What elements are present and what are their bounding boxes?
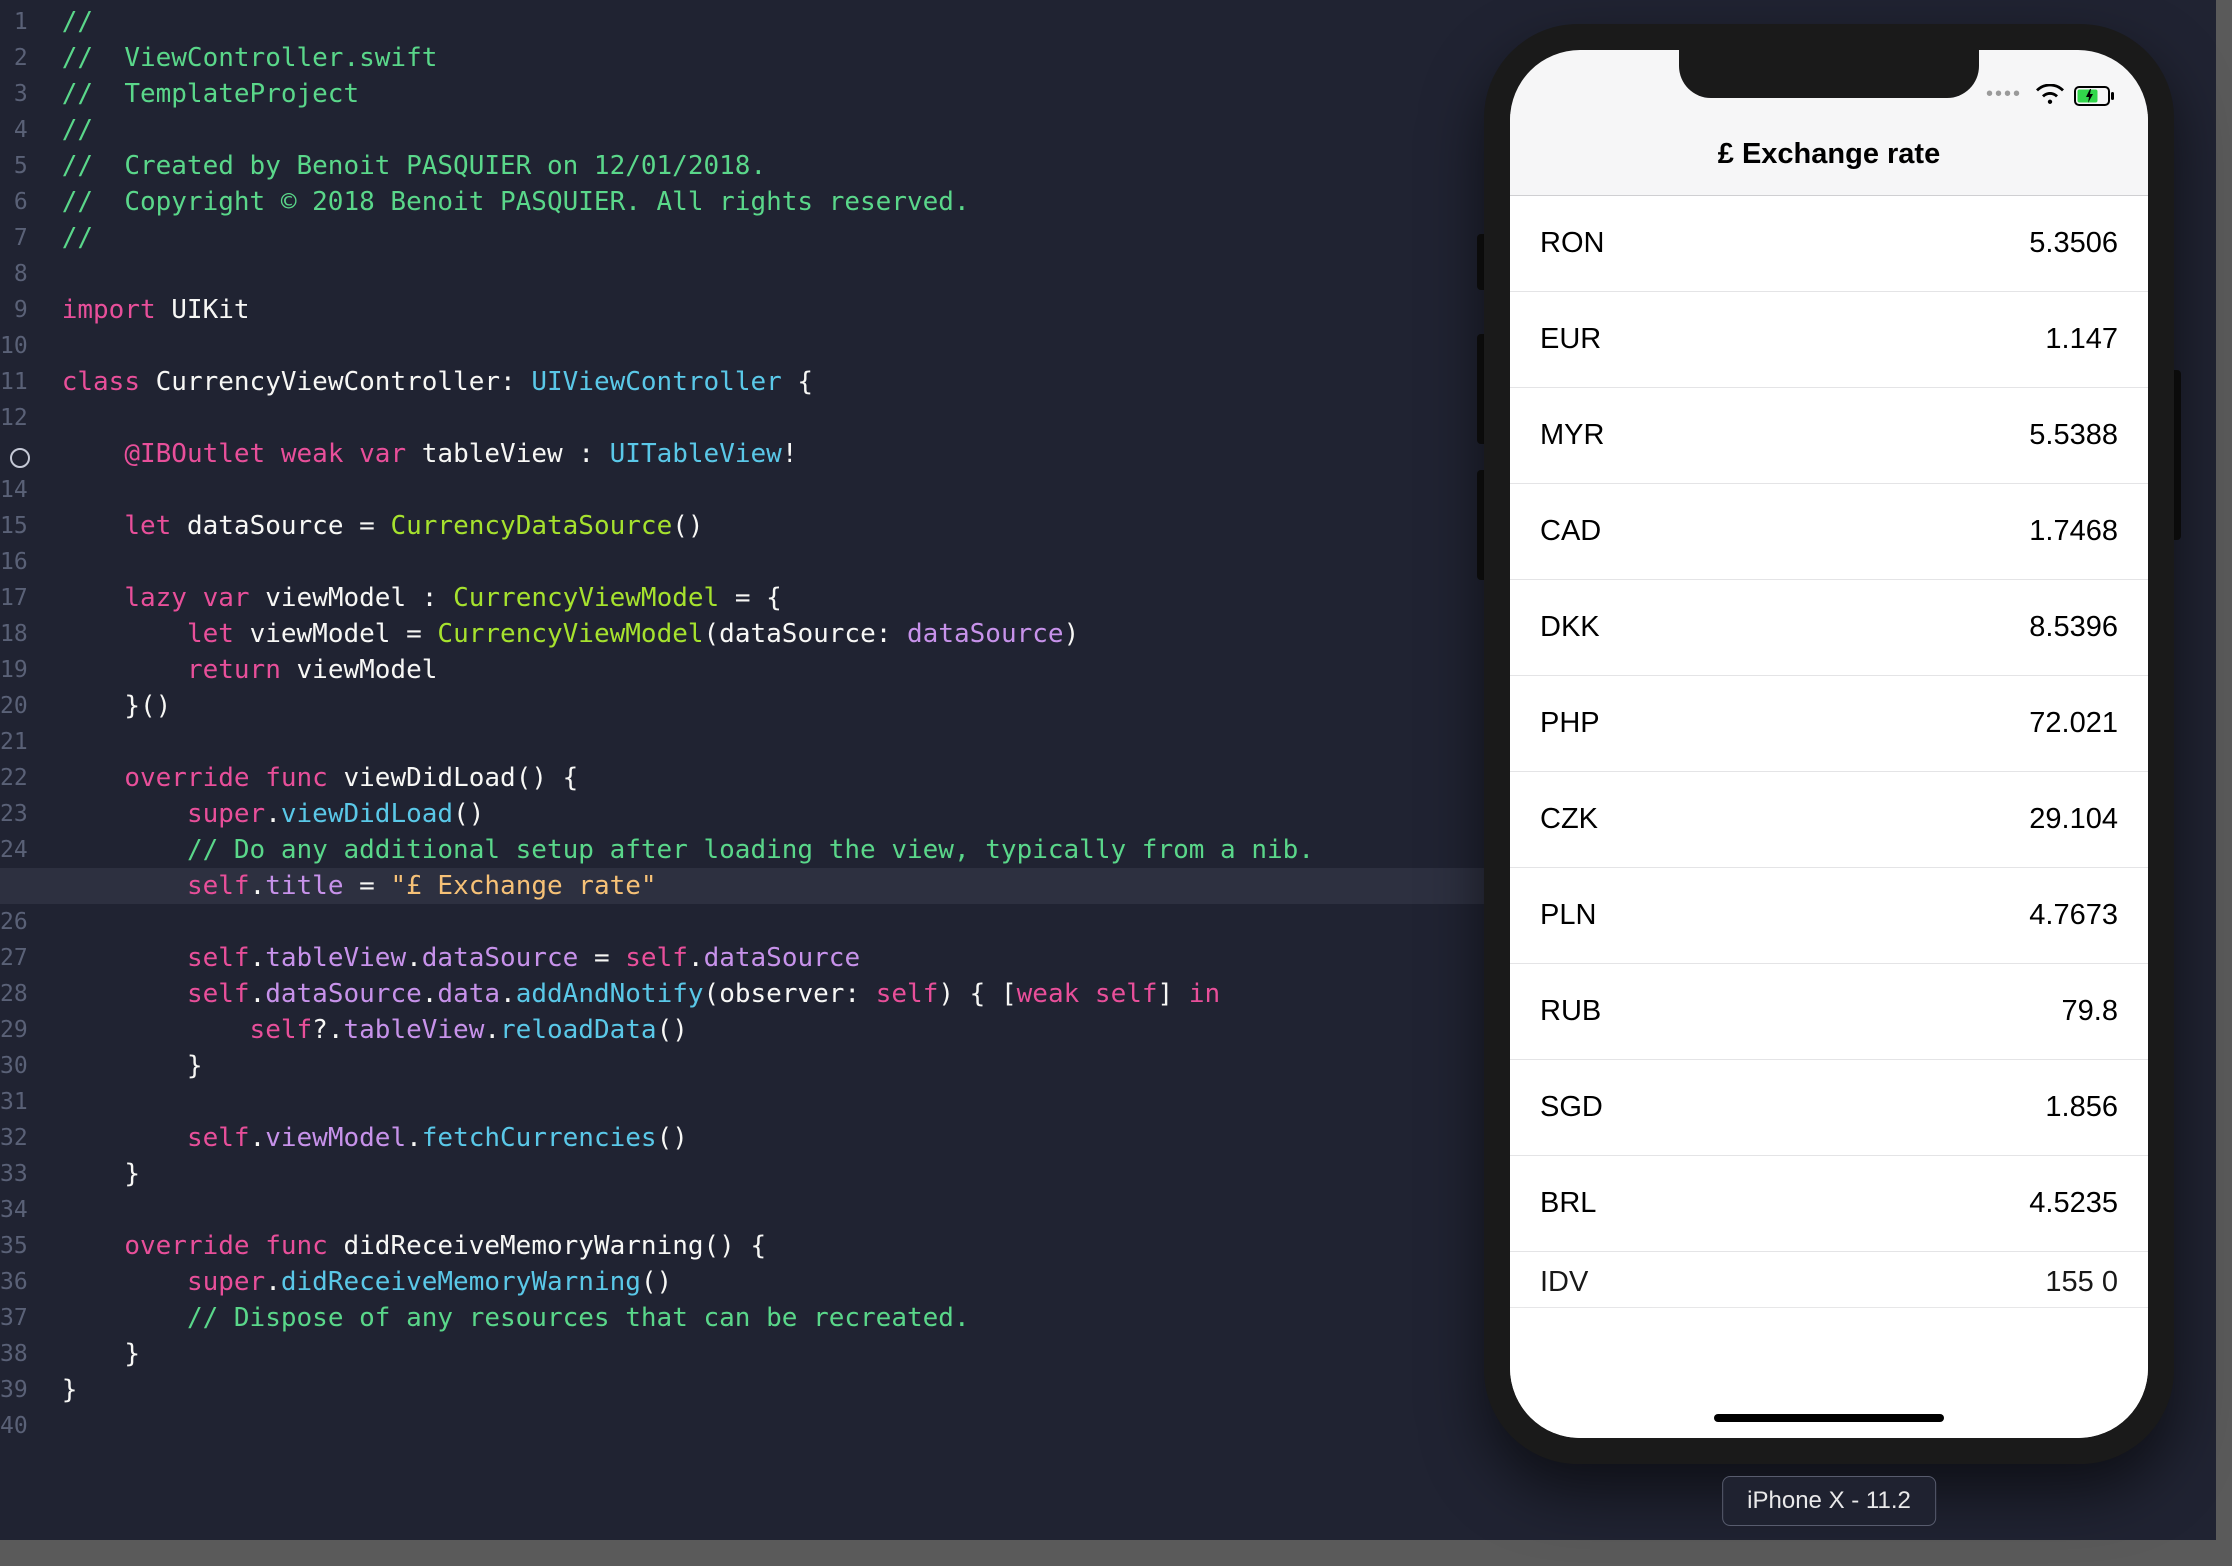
phone-volume-up <box>1477 334 1484 444</box>
line-number: 34 <box>0 1192 42 1228</box>
line-number: 31 <box>0 1084 42 1120</box>
line-number: 9 <box>0 292 42 328</box>
home-indicator[interactable] <box>1714 1414 1944 1422</box>
wifi-icon <box>2036 84 2064 106</box>
table-row[interactable]: PLN 4.7673 <box>1510 868 2148 964</box>
currency-code: CZK <box>1540 803 1598 836</box>
table-row[interactable]: SGD 1.856 <box>1510 1060 2148 1156</box>
line-number: 17 <box>0 580 42 616</box>
phone-screen[interactable]: •••• £ Exchange rate RON 5.3506 EUR 1.147 MY… <box>1510 50 2148 1438</box>
currency-code: EUR <box>1540 323 1601 356</box>
line-number: 3 <box>0 76 42 112</box>
line-number: 18 <box>0 616 42 652</box>
line-number: 33 <box>0 1156 42 1192</box>
workspace: 1234567891011121415161718192021222324252… <box>0 0 2216 1540</box>
table-row[interactable]: CAD 1.7468 <box>1510 484 2148 580</box>
line-number: 29 <box>0 1012 42 1048</box>
currency-rate: 1.856 <box>2045 1091 2118 1124</box>
currency-code: RON <box>1540 227 1604 260</box>
currency-table[interactable]: RON 5.3506 EUR 1.147 MYR 5.5388 CAD 1.7468 DKK 8.… <box>1510 196 2148 1438</box>
line-number: 23 <box>0 796 42 832</box>
line-number: 5 <box>0 148 42 184</box>
line-number: 27 <box>0 940 42 976</box>
line-number: 19 <box>0 652 42 688</box>
currency-rate: 79.8 <box>2062 995 2118 1028</box>
line-number: 39 <box>0 1372 42 1408</box>
phone-side-button <box>2174 370 2181 540</box>
currency-rate: 8.5396 <box>2029 611 2118 644</box>
currency-code: MYR <box>1540 419 1604 452</box>
line-number: 14 <box>0 472 42 508</box>
currency-code: PHP <box>1540 707 1600 740</box>
currency-rate: 72.021 <box>2029 707 2118 740</box>
currency-code: PLN <box>1540 899 1596 932</box>
currency-rate: 4.7673 <box>2029 899 2118 932</box>
table-row[interactable]: DKK 8.5396 <box>1510 580 2148 676</box>
line-number: 36 <box>0 1264 42 1300</box>
line-number: 16 <box>0 544 42 580</box>
phone-notch <box>1679 50 1979 98</box>
line-number: 38 <box>0 1336 42 1372</box>
currency-rate: 4.5235 <box>2029 1187 2118 1220</box>
line-number: 32 <box>0 1120 42 1156</box>
table-row[interactable]: RUB 79.8 <box>1510 964 2148 1060</box>
currency-rate: 155 0 <box>2045 1266 2118 1299</box>
table-row[interactable]: EUR 1.147 <box>1510 292 2148 388</box>
line-number: 28 <box>0 976 42 1012</box>
currency-code: BRL <box>1540 1187 1596 1220</box>
line-number: 40 <box>0 1408 42 1444</box>
navigation-title: £ Exchange rate <box>1718 138 1940 171</box>
phone-frame: •••• £ Exchange rate RON 5.3506 EUR 1.147 MY… <box>1484 24 2174 1464</box>
currency-rate: 1.7468 <box>2029 515 2118 548</box>
battery-icon <box>2074 86 2116 106</box>
simulator: •••• £ Exchange rate RON 5.3506 EUR 1.147 MY… <box>1484 24 2174 1464</box>
line-number-gutter: 1234567891011121415161718192021222324252… <box>0 0 42 1540</box>
table-row[interactable]: CZK 29.104 <box>1510 772 2148 868</box>
line-number: 35 <box>0 1228 42 1264</box>
currency-code: SGD <box>1540 1091 1603 1124</box>
line-number: 20 <box>0 688 42 724</box>
line-number: 21 <box>0 724 42 760</box>
line-number: 10 <box>0 328 42 364</box>
line-number <box>0 436 42 472</box>
currency-code: IDV <box>1540 1266 1588 1299</box>
currency-code: DKK <box>1540 611 1600 644</box>
line-number: 24 <box>0 832 42 868</box>
line-number: 26 <box>0 904 42 940</box>
line-number: 15 <box>0 508 42 544</box>
table-row[interactable]: IDV 155 0 <box>1510 1252 2148 1308</box>
currency-rate: 5.5388 <box>2029 419 2118 452</box>
line-number: 30 <box>0 1048 42 1084</box>
line-number: 11 <box>0 364 42 400</box>
line-number: 4 <box>0 112 42 148</box>
line-number: 37 <box>0 1300 42 1336</box>
device-label-badge: iPhone X - 11.2 <box>1722 1476 1936 1526</box>
phone-volume-down <box>1477 470 1484 580</box>
line-number: 22 <box>0 760 42 796</box>
line-number: 1 <box>0 4 42 40</box>
navigation-bar: £ Exchange rate <box>1510 114 2148 196</box>
line-number: 8 <box>0 256 42 292</box>
table-row[interactable]: RON 5.3506 <box>1510 196 2148 292</box>
phone-mute-switch <box>1477 234 1484 290</box>
table-row[interactable]: MYR 5.5388 <box>1510 388 2148 484</box>
table-row[interactable]: BRL 4.5235 <box>1510 1156 2148 1252</box>
currency-rate: 29.104 <box>2029 803 2118 836</box>
code-editor[interactable]: 1234567891011121415161718192021222324252… <box>0 0 1460 1540</box>
line-number: 6 <box>0 184 42 220</box>
currency-code: RUB <box>1540 995 1601 1028</box>
currency-rate: 5.3506 <box>2029 227 2118 260</box>
currency-code: CAD <box>1540 515 1601 548</box>
line-number: 7 <box>0 220 42 256</box>
table-row[interactable]: PHP 72.021 <box>1510 676 2148 772</box>
line-number: 2 <box>0 40 42 76</box>
line-number: 12 <box>0 400 42 436</box>
iboutlet-connection-icon[interactable] <box>10 448 30 468</box>
currency-rate: 1.147 <box>2045 323 2118 356</box>
cellular-dots-icon: •••• <box>1986 83 2022 106</box>
